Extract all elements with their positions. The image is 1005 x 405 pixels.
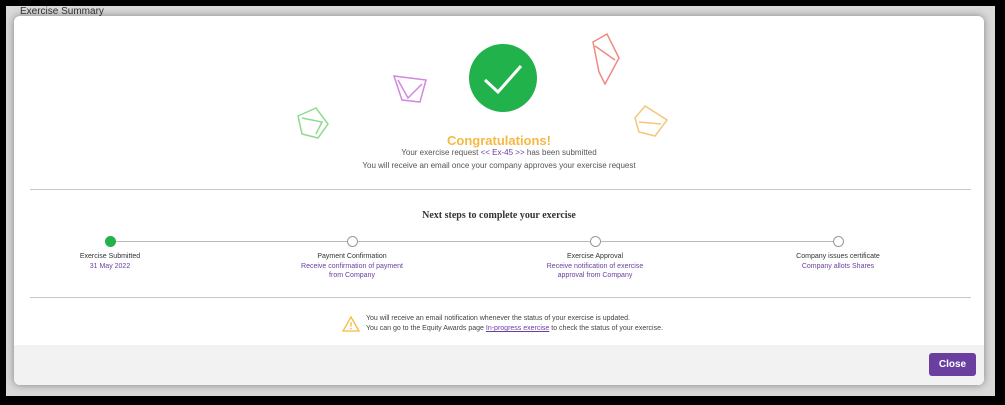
- confetti-purple-icon: [392, 75, 427, 103]
- exercise-success-modal: Congratulations! Your exercise request <…: [14, 16, 984, 385]
- check-icon: [483, 65, 523, 95]
- step-3-subtext: Receive notification of exercise approva…: [546, 263, 644, 279]
- in-progress-exercise-link[interactable]: In-progress exercise: [486, 325, 549, 332]
- notice-line-2-prefix: You can go to the Equity Awards page: [366, 325, 484, 332]
- divider-bottom: [30, 297, 971, 298]
- app-background: Exercise Summary Congratulations! Your e…: [6, 6, 995, 396]
- step-4-dot: [833, 236, 844, 247]
- success-check-badge: [469, 44, 537, 112]
- step-2-dot: [347, 236, 358, 247]
- step-3-dot: [590, 236, 601, 247]
- notice-line-2-suffix: to check the status of your exercise.: [551, 325, 663, 332]
- step-4-subtext: Company allots Shares: [801, 263, 875, 270]
- notice-line-1: You will receive an email notification w…: [366, 315, 630, 322]
- request-id-link[interactable]: << Ex-45 >>: [481, 148, 525, 157]
- step-4-label: Company issues certificate: [796, 253, 880, 260]
- warning-icon: [342, 316, 360, 332]
- congrats-heading: Congratulations!: [447, 133, 551, 148]
- request-submitted-text: Your exercise request << Ex-45 >> has be…: [14, 148, 984, 157]
- step-1-label: Exercise Submitted: [79, 253, 141, 260]
- status-notice: You will receive an email notification w…: [366, 314, 663, 334]
- step-1-date: 31 May 2022: [89, 263, 131, 270]
- modal-footer: Close: [14, 345, 984, 385]
- email-note: You will receive an email once your comp…: [362, 161, 636, 170]
- steps-progress-track: [110, 241, 839, 242]
- confetti-red-icon: [592, 32, 620, 86]
- next-steps-title: Next steps to complete your exercise: [422, 210, 576, 221]
- notice-line-2: You can go to the Equity Awards page In-…: [366, 324, 663, 334]
- request-suffix: has been submitted: [526, 148, 597, 157]
- step-3-label: Exercise Approval: [566, 253, 624, 260]
- step-2-label: Payment Confirmation: [317, 253, 387, 260]
- divider-top: [30, 189, 971, 190]
- request-prefix: Your exercise request: [401, 148, 479, 157]
- step-1-dot: [105, 236, 116, 247]
- close-button[interactable]: Close: [929, 353, 976, 376]
- step-2-subtext: Receive confirmation of payment from Com…: [301, 263, 403, 279]
